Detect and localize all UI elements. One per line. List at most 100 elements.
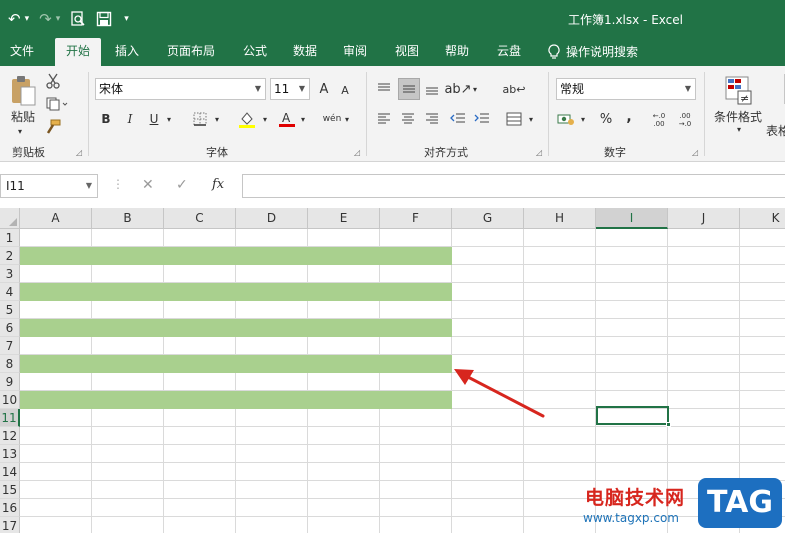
- row-header-8[interactable]: 8: [0, 355, 20, 373]
- merge-dropdown-icon[interactable]: ▾: [526, 114, 536, 124]
- increase-decimal-button[interactable]: ←.0 .00: [648, 110, 670, 130]
- conditional-dropdown-icon[interactable]: ▾: [734, 124, 744, 134]
- fill-color-icon[interactable]: [236, 108, 258, 130]
- phonetic-dropdown-icon[interactable]: ▾: [342, 114, 352, 124]
- number-format-combo[interactable]: 常规 ▼: [556, 78, 696, 100]
- font-name-combo[interactable]: 宋体 ▼: [95, 78, 266, 100]
- formula-bar-grip[interactable]: ⋮: [112, 177, 124, 191]
- undo-icon[interactable]: ↶: [8, 8, 21, 30]
- tab-formulas[interactable]: 公式: [236, 38, 274, 66]
- align-middle-icon[interactable]: [398, 78, 420, 100]
- cut-icon[interactable]: [44, 72, 62, 90]
- row-header-14[interactable]: 14: [0, 463, 20, 481]
- orientation-dropdown-icon[interactable]: ▾: [470, 84, 480, 94]
- align-bottom-icon[interactable]: [422, 78, 442, 100]
- row-header-2[interactable]: 2: [0, 247, 20, 265]
- column-header-F[interactable]: F: [380, 208, 452, 229]
- format-painter-icon[interactable]: [44, 118, 62, 136]
- row-header-12[interactable]: 12: [0, 427, 20, 445]
- tab-home[interactable]: 开始: [55, 38, 101, 66]
- fill-color-dropdown-icon[interactable]: ▾: [260, 114, 270, 124]
- comma-style-button[interactable]: ,: [622, 108, 636, 126]
- alignment-launcher-icon[interactable]: ◿: [536, 148, 542, 157]
- underline-dropdown-icon[interactable]: ▾: [164, 114, 174, 124]
- row-header-11[interactable]: 11: [0, 409, 20, 427]
- borders-dropdown-icon[interactable]: ▾: [212, 114, 222, 124]
- filled-row-band-8[interactable]: [20, 355, 452, 373]
- tab-insert[interactable]: 插入: [108, 38, 146, 66]
- paste-button[interactable]: 粘贴: [6, 108, 40, 124]
- copy-icon[interactable]: [44, 95, 70, 113]
- column-header-H[interactable]: H: [524, 208, 596, 229]
- shrink-font-button[interactable]: A: [338, 82, 352, 98]
- accounting-dropdown-icon[interactable]: ▾: [578, 114, 588, 124]
- tab-file[interactable]: 文件: [4, 38, 40, 66]
- select-all-button[interactable]: [0, 208, 20, 229]
- tab-help[interactable]: 帮助: [438, 38, 476, 66]
- tab-cloud[interactable]: 云盘: [490, 38, 528, 66]
- enter-icon[interactable]: ✓: [176, 177, 188, 193]
- column-header-J[interactable]: J: [668, 208, 740, 229]
- row-header-15[interactable]: 15: [0, 481, 20, 499]
- wrap-text-icon[interactable]: ab↩: [503, 78, 526, 100]
- column-header-A[interactable]: A: [20, 208, 92, 229]
- row-header-7[interactable]: 7: [0, 337, 20, 355]
- filled-row-band-10[interactable]: [20, 391, 452, 409]
- formula-input[interactable]: [242, 174, 785, 198]
- column-header-B[interactable]: B: [92, 208, 164, 229]
- filled-row-band-2[interactable]: [20, 247, 452, 265]
- column-header-D[interactable]: D: [236, 208, 308, 229]
- filled-row-band-6[interactable]: [20, 319, 452, 337]
- redo-icon[interactable]: ↷: [39, 8, 52, 30]
- active-cell-I11[interactable]: [596, 406, 671, 427]
- decrease-indent-icon[interactable]: [448, 110, 468, 128]
- undo-dropdown-icon[interactable]: ▾: [25, 8, 30, 30]
- align-top-icon[interactable]: [374, 78, 394, 100]
- align-center-icon[interactable]: [398, 110, 418, 128]
- bold-button[interactable]: B: [98, 110, 114, 128]
- tab-page-layout[interactable]: 页面布局: [160, 38, 222, 66]
- save-icon[interactable]: [96, 8, 112, 30]
- accounting-format-icon[interactable]: [556, 110, 576, 128]
- customize-qat-icon[interactable]: ▾: [124, 8, 129, 30]
- column-header-E[interactable]: E: [308, 208, 380, 229]
- font-size-combo[interactable]: 11 ▼: [270, 78, 310, 100]
- grow-font-button[interactable]: A: [316, 80, 332, 98]
- format-as-table-button[interactable]: 表格: [766, 122, 785, 138]
- increase-indent-icon[interactable]: [472, 110, 492, 128]
- filled-row-band-4[interactable]: [20, 283, 452, 301]
- conditional-formatting-icon[interactable]: ≠: [722, 74, 754, 106]
- row-header-1[interactable]: 1: [0, 229, 20, 247]
- column-header-K[interactable]: K: [740, 208, 785, 229]
- borders-icon[interactable]: [190, 110, 210, 128]
- tell-me-search[interactable]: 操作说明搜索: [548, 38, 656, 66]
- insert-function-button[interactable]: fx: [212, 177, 224, 192]
- font-color-dropdown-icon[interactable]: ▾: [298, 114, 308, 124]
- tab-view[interactable]: 视图: [388, 38, 426, 66]
- redo-dropdown-icon[interactable]: ▾: [56, 8, 61, 30]
- tab-data[interactable]: 数据: [286, 38, 324, 66]
- phonetic-guide-button[interactable]: wén: [322, 110, 342, 128]
- row-header-13[interactable]: 13: [0, 445, 20, 463]
- row-header-5[interactable]: 5: [0, 301, 20, 319]
- paste-dropdown-icon[interactable]: ▾: [10, 126, 30, 136]
- align-right-icon[interactable]: [422, 110, 442, 128]
- orientation-icon[interactable]: ab↗: [444, 78, 471, 100]
- column-header-I[interactable]: I: [596, 208, 668, 229]
- row-header-17[interactable]: 17: [0, 517, 20, 533]
- font-launcher-icon[interactable]: ◿: [354, 148, 360, 157]
- clipboard-launcher-icon[interactable]: ◿: [76, 148, 82, 157]
- number-launcher-icon[interactable]: ◿: [692, 148, 698, 157]
- paste-icon[interactable]: [8, 74, 38, 108]
- percent-style-button[interactable]: %: [598, 110, 614, 128]
- row-header-10[interactable]: 10: [0, 391, 20, 409]
- fill-handle[interactable]: [666, 422, 671, 427]
- tab-review[interactable]: 审阅: [336, 38, 374, 66]
- merge-center-icon[interactable]: [504, 110, 524, 128]
- align-left-icon[interactable]: [374, 110, 394, 128]
- column-header-C[interactable]: C: [164, 208, 236, 229]
- cancel-icon[interactable]: ✕: [142, 177, 154, 193]
- decrease-decimal-button[interactable]: .00 →.0: [674, 110, 696, 130]
- column-header-G[interactable]: G: [452, 208, 524, 229]
- row-header-4[interactable]: 4: [0, 283, 20, 301]
